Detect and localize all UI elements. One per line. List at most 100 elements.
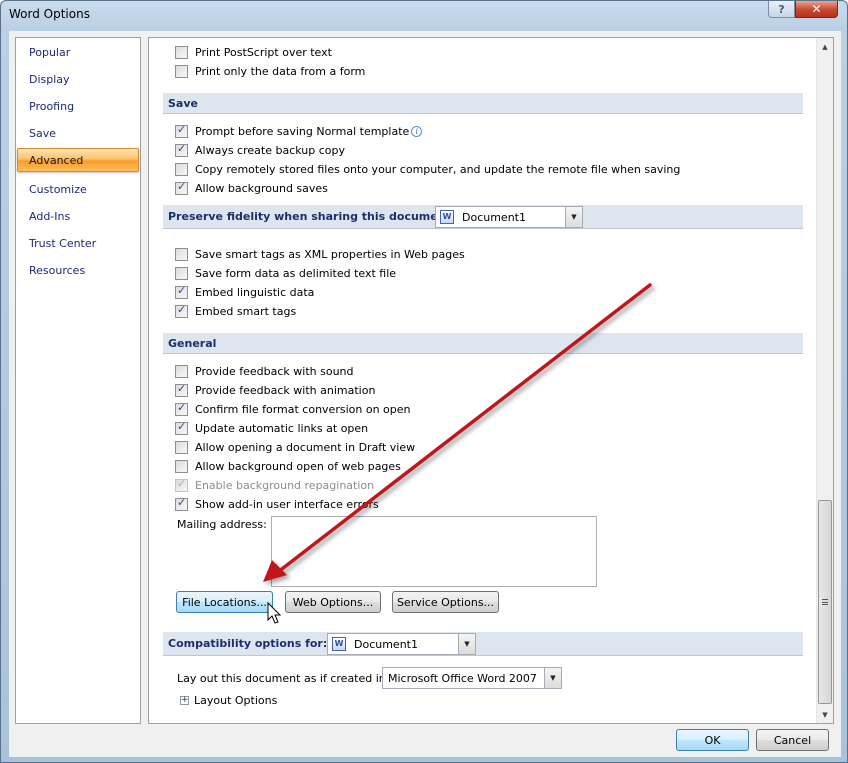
option-smart-tags-xml[interactable]: Save smart tags as XML properties in Web… [175,245,465,264]
cancel-button[interactable]: Cancel [756,729,829,751]
compatibility-document-select[interactable]: W Document1 ▼ [327,633,476,655]
option-label: Embed smart tags [195,305,297,318]
checkbox[interactable] [175,420,188,435]
sidebar-item-add-ins[interactable]: Add-Ins [16,205,140,229]
dialog-body: Popular Display Proofing Save Advanced C… [9,31,841,757]
word-document-icon: W [440,210,454,224]
advanced-options-panel: Print PostScript over text Print only th… [148,37,834,724]
option-print-postscript[interactable]: Print PostScript over text [175,43,332,62]
option-draft-view[interactable]: Allow opening a document in Draft view [175,438,415,457]
option-background-saves[interactable]: Allow background saves [175,179,328,198]
sidebar-item-popular[interactable]: Popular [16,41,140,65]
service-options-button[interactable]: Service Options... [392,591,499,613]
checkbox[interactable] [175,284,188,299]
plus-expand-icon[interactable]: + [180,696,189,705]
mailing-address-input[interactable] [271,516,597,587]
option-addin-errors[interactable]: Show add-in user interface errors [175,495,379,514]
option-label: Prompt before saving Normal template [195,125,410,138]
file-locations-button[interactable]: File Locations... [176,591,273,613]
help-button[interactable]: ? [768,1,795,18]
checkbox[interactable] [175,123,188,138]
checkbox[interactable] [175,460,188,473]
option-label: Print PostScript over text [195,46,332,59]
checkbox[interactable] [175,496,188,511]
option-label: Always create backup copy [195,144,345,157]
checkbox[interactable] [175,441,188,454]
option-print-form-data[interactable]: Print only the data from a form [175,62,365,81]
sidebar-item-customize[interactable]: Customize [16,178,140,202]
option-background-repagination: Enable background repagination [175,476,374,495]
section-title: Preserve fidelity when sharing this docu… [168,210,456,223]
scroll-up-arrow-icon[interactable]: ▲ [817,38,833,55]
dialog-title: Word Options [9,7,90,21]
option-label: Save form data as delimited text file [195,267,397,280]
sidebar-item-resources[interactable]: Resources [16,259,140,283]
mailing-address-label: Mailing address: [177,518,267,531]
web-options-button[interactable]: Web Options... [285,591,381,613]
chevron-down-icon[interactable]: ▼ [544,668,561,688]
layout-options-expander[interactable]: + Layout Options [180,694,277,707]
select-value: Microsoft Office Word 2007 [388,671,537,685]
word-document-icon: W [332,637,346,651]
grip-icon [822,599,828,605]
option-feedback-sound[interactable]: Provide feedback with sound [175,362,354,381]
title-bar[interactable]: Word Options ? ✕ [1,1,847,31]
option-label: Save smart tags as XML properties in Web… [195,248,465,261]
checkbox[interactable] [175,401,188,416]
option-confirm-conversion[interactable]: Confirm file format conversion on open [175,400,410,419]
chevron-down-icon[interactable]: ▼ [565,207,582,227]
layout-options-label: Layout Options [194,694,278,707]
word-options-dialog: Word Options ? ✕ Popular Display Proofin… [0,0,848,763]
close-icon: ✕ [811,2,822,16]
sidebar-item-proofing[interactable]: Proofing [16,95,140,119]
option-embed-smart-tags[interactable]: Embed smart tags [175,302,296,321]
option-label: Enable background repagination [195,479,375,492]
option-background-web-pages[interactable]: Allow background open of web pages [175,457,401,476]
option-label: Copy remotely stored files onto your com… [195,163,681,176]
checkbox[interactable] [175,142,188,157]
option-label: Allow opening a document in Draft view [195,441,416,454]
option-label: Allow background saves [195,182,328,195]
checkbox[interactable] [175,163,188,176]
option-label: Show add-in user interface errors [195,498,379,511]
option-update-links[interactable]: Update automatic links at open [175,419,368,438]
help-icon: ? [778,2,785,16]
scroll-down-arrow-icon[interactable]: ▼ [817,706,833,723]
option-copy-remote-files[interactable]: Copy remotely stored files onto your com… [175,160,680,179]
option-label: Update automatic links at open [195,422,369,435]
vertical-scrollbar[interactable]: ▲ ▼ [816,38,833,723]
fidelity-document-select[interactable]: W Document1 ▼ [435,206,583,228]
checkbox[interactable] [175,382,188,397]
checkbox[interactable] [175,365,188,378]
close-button[interactable]: ✕ [795,1,838,18]
option-label: Embed linguistic data [195,286,315,299]
section-title: Compatibility options for: [168,637,328,650]
section-header-compatibility: Compatibility options for: [163,632,803,656]
checkbox[interactable] [175,65,188,78]
checkbox[interactable] [175,248,188,261]
scrollbar-thumb[interactable] [818,500,832,704]
sidebar-item-display[interactable]: Display [16,68,140,92]
sidebar-item-trust-center[interactable]: Trust Center [16,232,140,256]
info-icon[interactable]: i [411,126,423,137]
option-form-data-delimited[interactable]: Save form data as delimited text file [175,264,396,283]
option-prompt-normal-template[interactable]: Prompt before saving Normal template i [175,122,423,141]
option-label: Provide feedback with sound [195,365,354,378]
chevron-down-icon[interactable]: ▼ [458,634,475,654]
checkbox[interactable] [175,267,188,280]
sidebar-item-advanced[interactable]: Advanced [17,148,139,172]
option-label: Print only the data from a form [195,65,366,78]
option-backup-copy[interactable]: Always create backup copy [175,141,345,160]
checkbox[interactable] [175,46,188,59]
option-embed-linguistic[interactable]: Embed linguistic data [175,283,314,302]
select-value: Document1 [462,210,526,224]
layout-version-select[interactable]: Microsoft Office Word 2007 ▼ [382,667,562,689]
ok-button[interactable]: OK [676,729,749,751]
sidebar-item-save[interactable]: Save [16,122,140,146]
checkbox[interactable] [175,303,188,318]
layout-as-label: Lay out this document as if created in: [177,672,390,685]
checkbox [175,477,188,492]
option-feedback-animation[interactable]: Provide feedback with animation [175,381,375,400]
section-header-general: General [163,333,803,354]
checkbox[interactable] [175,180,188,195]
